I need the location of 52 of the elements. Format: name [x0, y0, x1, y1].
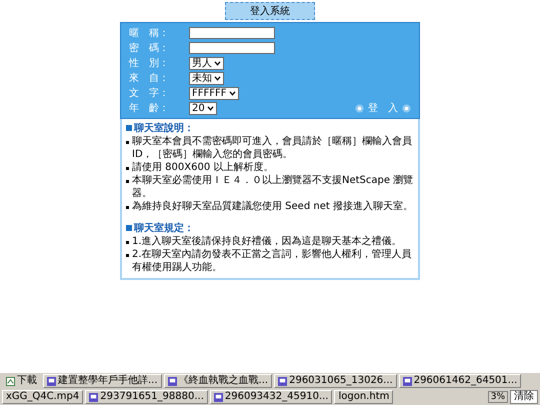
bullet-icon: [126, 141, 129, 144]
bullet-icon: [126, 206, 129, 209]
circle-icon: [355, 104, 364, 112]
taskbar-button[interactable]: 296093432_45910...: [210, 390, 332, 404]
field-label: 文 字：: [129, 86, 170, 100]
field-label: 暱 稱：: [129, 27, 170, 40]
bullet-icon: [126, 167, 129, 170]
info-text: 請使用 800X600 以上解析度。: [132, 161, 274, 174]
media-icon: [47, 376, 56, 386]
dropdown[interactable]: 20: [189, 102, 217, 114]
dropdown[interactable]: 未知: [189, 72, 224, 84]
bullet-icon: [126, 254, 129, 257]
info-text: 2.在聊天室內請勿發表不正當之言詞，影響他人權利，管理人員有權使用踢人功能。: [132, 248, 413, 274]
circle-icon: [402, 104, 411, 112]
field-label: 年 齡：: [129, 102, 170, 115]
field-label: 性 別：: [129, 56, 170, 70]
password-field[interactable]: [189, 42, 275, 54]
taskbar-button[interactable]: 296061462_64501...: [398, 374, 522, 388]
dropdown[interactable]: 男人: [189, 56, 224, 70]
section-heading: 聊天室說明：: [134, 121, 194, 135]
field-label: 密 碼：: [129, 42, 170, 55]
taskbar-button[interactable]: 建置整學年戶手他詳...: [43, 374, 162, 388]
bullet-icon: [126, 241, 129, 244]
bullet-icon: [126, 125, 132, 131]
dropdown[interactable]: FFFFFF: [189, 86, 239, 100]
field-label: 來 自：: [129, 72, 170, 85]
caret-icon: [228, 90, 236, 96]
section-heading: 聊天室規定：: [134, 221, 194, 235]
caret-icon: [206, 106, 214, 110]
battery-indicator: 3%: [488, 391, 508, 403]
caret-icon: [214, 60, 221, 66]
taskbar-button[interactable]: 《終血執戰之血戰...: [164, 374, 272, 388]
taskbar-button[interactable]: logon.htm: [334, 390, 394, 404]
media-icon: [402, 376, 412, 386]
media-icon: [214, 392, 223, 402]
media-icon: [168, 376, 177, 386]
taskbar-button[interactable]: 293791651_98880...: [85, 390, 208, 404]
input-field[interactable]: [189, 27, 275, 39]
bullet-icon: [126, 225, 132, 231]
taskbar-button[interactable]: 296031065_13026...: [274, 374, 397, 388]
login-title: 登入系統: [225, 2, 315, 20]
taskbar-button[interactable]: xGG_Q4C.mp4: [2, 390, 84, 404]
bullet-icon: [126, 180, 129, 183]
clear-button[interactable]: 清除: [510, 390, 538, 404]
caret-icon: [214, 76, 221, 80]
media-icon: [278, 376, 288, 386]
window-icon: [6, 376, 15, 386]
media-icon: [89, 392, 98, 402]
info-text: 本聊天室必需使用ＩＥ４．０以上瀏覽器不支援NetScape 瀏覽器。: [132, 174, 414, 200]
info-text: 為維持良好聊天室品質建議您使用 Seed net 撥接進入聊天室。: [132, 200, 413, 213]
info-text: 聊天室本會員不需密碼即可進入，會員請於［暱稱］欄輸入會員ID，［密碼］欄輸入您的會員密碼。: [132, 135, 413, 161]
info-text: 1.進入聊天室後請保持良好禮儀，因為這是聊天基本之禮儀。: [132, 235, 402, 248]
